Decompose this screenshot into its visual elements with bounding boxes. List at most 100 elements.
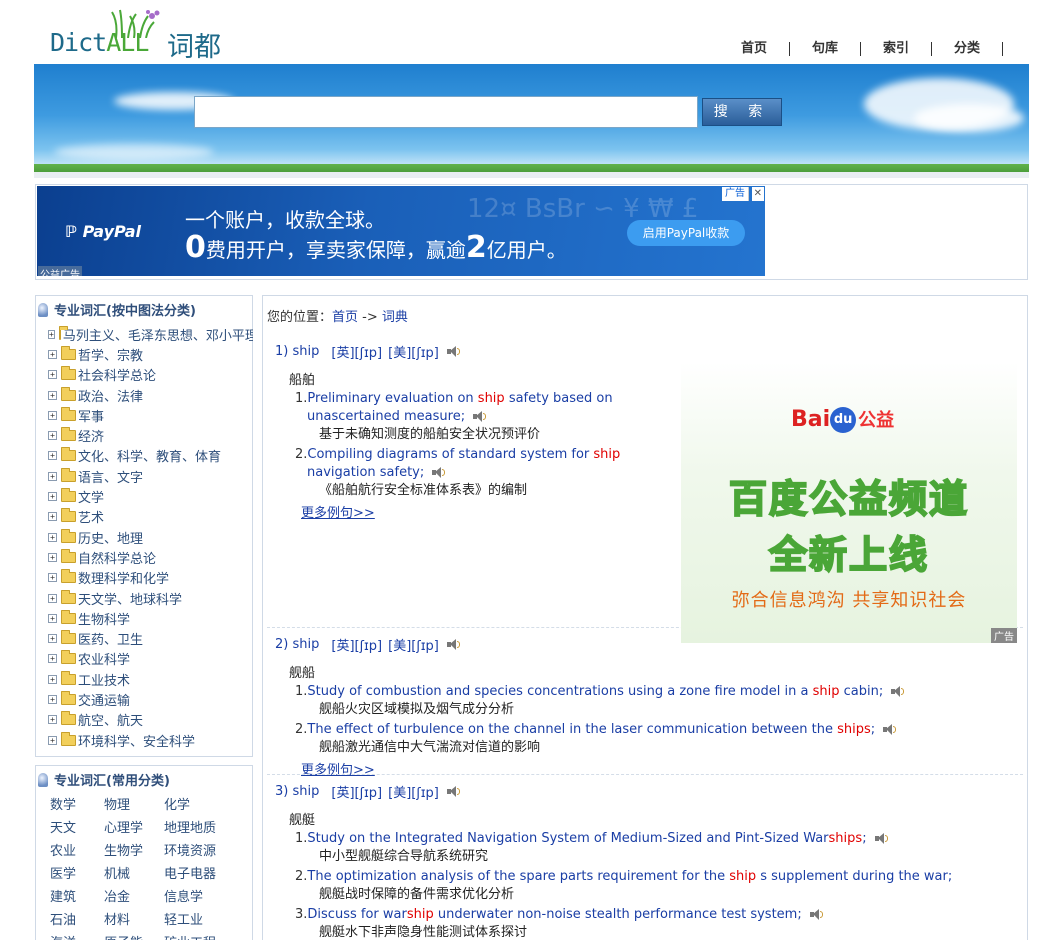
- ad-label: 广告: [722, 187, 749, 201]
- expand-icon[interactable]: +: [48, 532, 57, 542]
- tree-item[interactable]: + 马列主义、毛泽东思想、邓小平理论: [48, 324, 253, 344]
- category-link[interactable]: 石油: [50, 909, 104, 932]
- category-link[interactable]: 生物学: [104, 840, 164, 863]
- expand-icon[interactable]: +: [48, 613, 57, 623]
- nav-index[interactable]: 索引: [861, 42, 932, 56]
- folder-icon: [61, 345, 76, 360]
- expand-icon[interactable]: +: [48, 552, 57, 562]
- expand-icon[interactable]: +: [48, 654, 57, 664]
- category-link[interactable]: 医学: [50, 863, 104, 886]
- category-link[interactable]: 地理地质: [164, 817, 244, 840]
- tree-item[interactable]: + 数理科学和化学: [48, 568, 253, 588]
- category-link[interactable]: 矿业工程: [164, 932, 244, 940]
- entry-word[interactable]: ship: [292, 344, 319, 359]
- tree-item[interactable]: + 哲学、宗教: [48, 344, 253, 364]
- category-link[interactable]: 数学: [50, 794, 104, 817]
- nav-sentences[interactable]: 句库: [790, 42, 861, 56]
- expand-icon[interactable]: +: [48, 634, 57, 644]
- tree-item[interactable]: + 天文学、地球科学: [48, 588, 253, 608]
- speaker-icon[interactable]: [473, 411, 487, 422]
- search-button[interactable]: 搜 索: [702, 98, 782, 126]
- paypal-cta-button[interactable]: 启用PayPal收款: [627, 220, 745, 246]
- expand-icon[interactable]: +: [48, 674, 57, 684]
- folder-icon: [61, 589, 76, 604]
- expand-icon[interactable]: +: [48, 410, 57, 420]
- category-link[interactable]: 材料: [104, 909, 164, 932]
- category-link[interactable]: 建筑: [50, 886, 104, 909]
- expand-icon[interactable]: +: [48, 431, 57, 441]
- category-link[interactable]: 机械: [104, 863, 164, 886]
- category-link[interactable]: 信息学: [164, 886, 244, 909]
- more-examples-link[interactable]: 更多例句>>: [301, 759, 375, 778]
- example-sentence: 1.Preliminary evaluation on ship safety …: [295, 390, 675, 444]
- tree-item[interactable]: + 生物科学: [48, 608, 253, 628]
- ad-close-icon[interactable]: ✕: [751, 187, 764, 201]
- baidu-ad[interactable]: Bai du 公益 百度公益频道 全新上线 弥合信息鸿沟 共享知识社会 广告: [681, 362, 1017, 643]
- expand-icon[interactable]: +: [48, 735, 57, 745]
- tree-item[interactable]: + 文化、科学、教育、体育: [48, 446, 253, 466]
- tree-item[interactable]: + 自然科学总论: [48, 547, 253, 567]
- category-link[interactable]: 原子能: [104, 932, 164, 940]
- entry-meaning: 舰船: [289, 666, 316, 681]
- category-link[interactable]: 心理学: [104, 817, 164, 840]
- speaker-icon[interactable]: [809, 909, 824, 920]
- entry-word[interactable]: ship: [292, 784, 319, 799]
- category-link[interactable]: 冶金: [104, 886, 164, 909]
- category-link[interactable]: 电子电器: [164, 863, 244, 886]
- expand-icon[interactable]: +: [48, 512, 57, 522]
- expand-icon[interactable]: +: [48, 329, 55, 339]
- speaker-icon[interactable]: [432, 467, 446, 478]
- breadcrumb-current[interactable]: 词典: [382, 310, 408, 325]
- category-link[interactable]: 天文: [50, 817, 104, 840]
- speaker-icon[interactable]: [883, 724, 897, 735]
- bulb-icon: [38, 772, 48, 787]
- category-link[interactable]: 物理: [104, 794, 164, 817]
- expand-icon[interactable]: +: [48, 370, 57, 380]
- expand-icon[interactable]: +: [48, 492, 57, 502]
- tree-item[interactable]: + 文学: [48, 486, 253, 506]
- expand-icon[interactable]: +: [48, 390, 57, 400]
- expand-icon[interactable]: +: [48, 694, 57, 704]
- more-examples-link[interactable]: 更多例句>>: [301, 502, 375, 521]
- category-link[interactable]: 化学: [164, 794, 244, 817]
- tree-item[interactable]: + 社会科学总论: [48, 365, 253, 385]
- tree-item[interactable]: + 军事: [48, 405, 253, 425]
- expand-icon[interactable]: +: [48, 349, 57, 359]
- paypal-ad[interactable]: 12¤ BsBr ∽ ¥ ₩ £ ℙ PayPal 一个账户，收款全球。 0费用…: [37, 186, 765, 276]
- speaker-icon[interactable]: [891, 686, 905, 697]
- speaker-icon[interactable]: [446, 346, 461, 357]
- expand-icon[interactable]: +: [48, 573, 57, 583]
- tree-item[interactable]: + 工业技术: [48, 669, 253, 689]
- category-link[interactable]: 轻工业: [164, 909, 244, 932]
- tree-item[interactable]: + 语言、文字: [48, 466, 253, 486]
- category-link[interactable]: 海洋: [50, 932, 104, 940]
- search-input[interactable]: [194, 96, 698, 128]
- tree-item[interactable]: + 政治、法律: [48, 385, 253, 405]
- tree-item[interactable]: + 环境科学、安全科学: [48, 730, 253, 750]
- expand-icon[interactable]: +: [48, 593, 57, 603]
- speaker-icon[interactable]: [874, 833, 889, 844]
- folder-icon: [61, 609, 76, 624]
- breadcrumb-home[interactable]: 首页: [332, 310, 358, 325]
- expand-icon[interactable]: +: [48, 451, 57, 461]
- speaker-icon[interactable]: [446, 786, 461, 797]
- category-tree-panel: 专业词汇(按中图法分类) + 马列主义、毛泽东思想、邓小平理论 + 哲学、宗教 + 社…: [35, 295, 253, 757]
- speaker-icon[interactable]: [446, 639, 461, 650]
- site-logo[interactable]: DictALL 词都: [50, 8, 230, 63]
- category-link[interactable]: 环境资源: [164, 840, 244, 863]
- expand-icon[interactable]: +: [48, 715, 57, 725]
- tree-item[interactable]: + 经济: [48, 425, 253, 445]
- tree-item[interactable]: + 艺术: [48, 507, 253, 527]
- logo-dict: Dict: [50, 28, 107, 57]
- entry-word[interactable]: ship: [292, 637, 319, 652]
- tree-item[interactable]: + 医药、卫生: [48, 628, 253, 648]
- category-link[interactable]: 农业: [50, 840, 104, 863]
- tree-item[interactable]: + 历史、地理: [48, 527, 253, 547]
- expand-icon[interactable]: +: [48, 471, 57, 481]
- tree-item[interactable]: + 农业科学: [48, 649, 253, 669]
- nav-home[interactable]: 首页: [741, 42, 790, 56]
- tree-item[interactable]: + 航空、航天: [48, 710, 253, 730]
- tree-item[interactable]: + 交通运输: [48, 689, 253, 709]
- nav-categories[interactable]: 分类: [932, 42, 1003, 56]
- folder-icon: [61, 366, 76, 381]
